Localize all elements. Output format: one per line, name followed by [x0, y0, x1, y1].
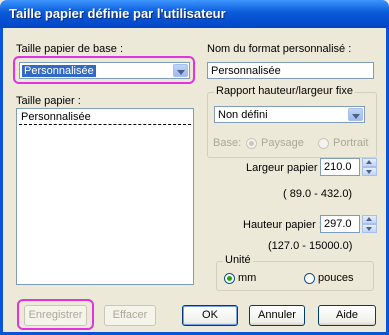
unit-label: Unité: [223, 254, 253, 266]
delete-button[interactable]: Effacer: [104, 305, 156, 326]
spin-down-icon[interactable]: [362, 167, 377, 176]
base-size-label: Taille papier de base :: [16, 43, 124, 55]
cancel-button[interactable]: Annuler: [249, 305, 305, 326]
spin-up-icon[interactable]: [362, 215, 377, 224]
title-bar[interactable]: Taille papier définie par l'utilisateur: [0, 0, 389, 28]
base-orientation-label: Base:: [213, 137, 242, 149]
spin-down-icon[interactable]: [362, 224, 377, 233]
format-name-value: Personnalisée: [211, 65, 281, 77]
aspect-ratio-label: Rapport hauteur/largeur fixe: [214, 85, 355, 97]
format-name-label: Nom du format personnalisé :: [207, 43, 352, 55]
list-item-label: Personnalisée: [21, 111, 91, 123]
aspect-ratio-value: Non défini: [218, 109, 268, 121]
height-input[interactable]: 297.0: [320, 215, 360, 233]
portrait-label: Portrait: [333, 137, 369, 149]
mm-radio[interactable]: [224, 273, 235, 284]
highlight-base-size: [13, 56, 195, 84]
format-name-input[interactable]: Personnalisée: [207, 62, 374, 79]
help-button[interactable]: Aide: [318, 305, 376, 326]
mm-label: mm: [238, 272, 257, 284]
width-spinner[interactable]: [362, 158, 377, 176]
aspect-ratio-dropdown[interactable]: Non défini: [214, 106, 365, 123]
height-range: (127.0 - 15000.0): [268, 240, 353, 252]
height-spinner[interactable]: [362, 215, 377, 233]
inches-label: pouces: [318, 272, 354, 284]
highlight-save: [17, 299, 94, 330]
inches-radio[interactable]: [304, 273, 315, 284]
height-label: Hauteur papier :: [243, 219, 322, 231]
paper-size-list[interactable]: Personnalisée: [16, 108, 194, 285]
chevron-down-icon[interactable]: [348, 108, 363, 121]
window-title: Taille papier définie par l'utilisateur: [9, 6, 226, 21]
width-label: Largeur papier :: [246, 162, 324, 174]
ok-button[interactable]: OK: [182, 305, 238, 326]
paper-size-label: Taille papier :: [16, 95, 81, 107]
list-item[interactable]: Personnalisée: [19, 110, 191, 125]
height-value: 297.0: [324, 218, 352, 230]
landscape-radio[interactable]: [246, 138, 257, 149]
width-range: ( 89.0 - 432.0): [283, 188, 353, 200]
width-value: 210.0: [324, 161, 352, 173]
portrait-radio[interactable]: [318, 138, 329, 149]
landscape-label: Paysage: [261, 137, 304, 149]
width-input[interactable]: 210.0: [320, 158, 360, 176]
spin-up-icon[interactable]: [362, 158, 377, 167]
